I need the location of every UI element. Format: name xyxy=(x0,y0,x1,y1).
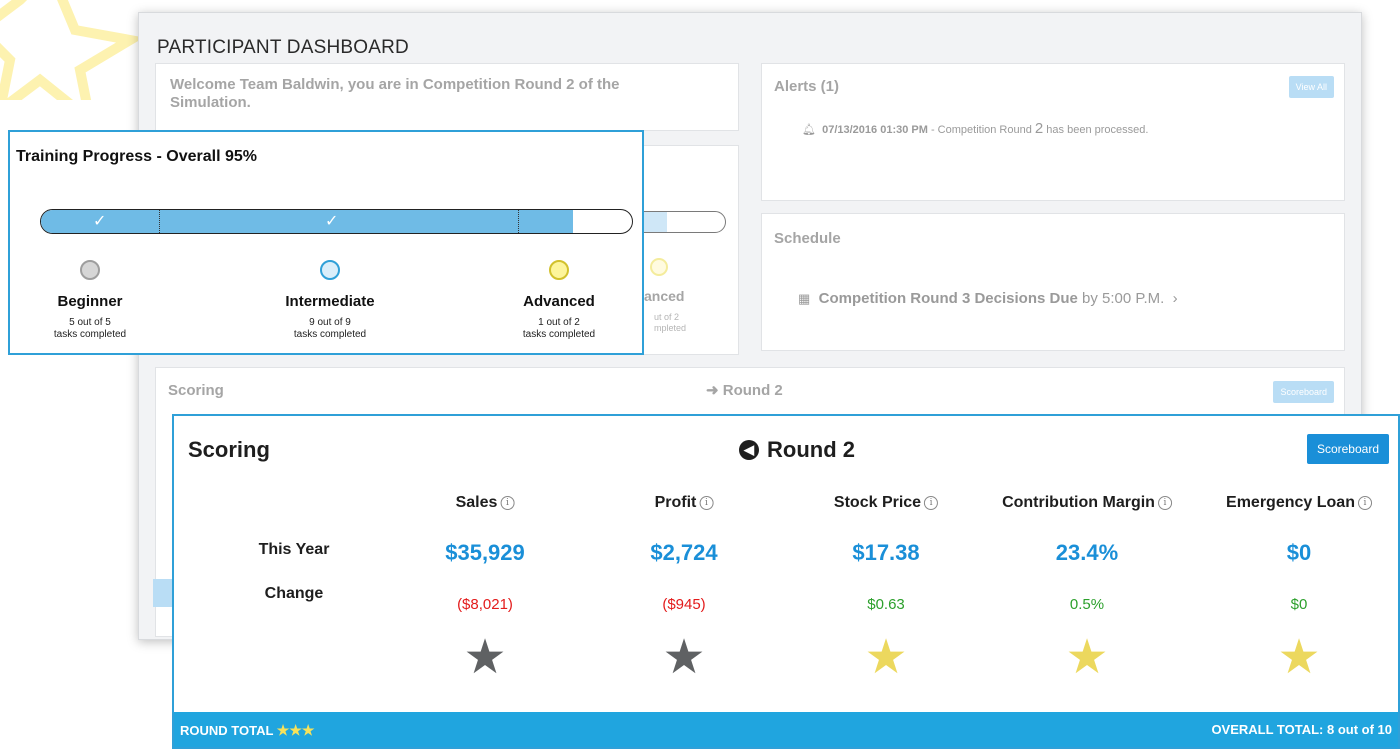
welcome-card: Welcome Team Baldwin, you are in Competi… xyxy=(155,63,739,131)
decorative-star-icon xyxy=(0,0,144,100)
star-icon: ★ xyxy=(662,631,706,684)
metric-change: $0 xyxy=(1290,596,1308,613)
metric-change: 0.5% xyxy=(1069,596,1105,613)
star-icon: ★ xyxy=(864,631,908,684)
metric-header: Sales i xyxy=(456,494,515,512)
info-icon[interactable]: i xyxy=(924,495,939,510)
training-progress-panel: Training Progress - Overall 95% ✓ ✓ Begi… xyxy=(8,130,644,355)
alert-text-post: has been processed. xyxy=(1043,124,1149,136)
metric-change: ($945) xyxy=(662,596,706,613)
row-label-this-year: This Year xyxy=(258,541,330,558)
metric-value: $2,724 xyxy=(650,540,718,565)
bell-icon: 🔔︎ xyxy=(802,124,816,136)
alert-item[interactable]: 🔔︎ 07/13/2016 01:30 PM - Competition Rou… xyxy=(802,120,1148,137)
round-selector[interactable]: ◀ Round 2 xyxy=(739,437,855,463)
round-label: Round 2 xyxy=(767,437,855,462)
schedule-item-time: by 5:00 P.M. xyxy=(1077,290,1165,307)
row-label-change: Change xyxy=(264,585,324,602)
stage-intermediate: Intermediate 9 out of 9 tasks completed xyxy=(255,260,405,341)
totals-bar: ROUND TOTAL ★★★ OVERALL TOTAL: 8 out of … xyxy=(174,712,1398,747)
scoring-header-background: Scoring xyxy=(168,382,224,399)
stage-name: Advanced xyxy=(523,293,595,310)
stage-count: 5 out of 5 tasks completed xyxy=(53,317,127,340)
stage-dot xyxy=(320,260,340,280)
training-progress-title: Training Progress - Overall 95% xyxy=(16,148,257,165)
stage-name: Beginner xyxy=(57,293,123,310)
metric-value: $17.38 xyxy=(852,540,920,565)
alert-text-pre: - Competition Round xyxy=(927,124,1035,136)
stage-divider xyxy=(518,210,519,233)
stage-name: Intermediate xyxy=(285,293,375,310)
metric-header: Contribution Margin i xyxy=(1002,494,1172,512)
alert-timestamp: 07/13/2016 01:30 PM xyxy=(822,124,928,136)
info-icon[interactable]: i xyxy=(1357,495,1372,510)
round-total: ROUND TOTAL ★★★ xyxy=(180,722,315,738)
welcome-message: Welcome Team Baldwin, you are in Competi… xyxy=(170,76,620,111)
metric-header: Profit i xyxy=(655,494,714,512)
alert-round: 2 xyxy=(1034,120,1044,137)
alerts-header: Alerts (1) xyxy=(774,78,840,95)
page-title: PARTICIPANT DASHBOARD xyxy=(157,37,409,58)
overall-total: OVERALL TOTAL: 8 out of 10 xyxy=(1211,722,1392,737)
schedule-header: Schedule xyxy=(774,230,841,247)
metric-value: 23.4% xyxy=(1055,540,1119,565)
circle-arrow-left-icon[interactable]: ◀ xyxy=(739,440,759,460)
stage-advanced: Advanced 1 out of 2 tasks completed xyxy=(484,260,634,341)
stage-count: 1 out of 2 tasks completed xyxy=(522,317,596,340)
calendar-icon: ▦ xyxy=(798,291,811,306)
stage-count: 9 out of 9 tasks completed xyxy=(293,317,367,340)
advanced-dot-background xyxy=(650,258,668,276)
round-label-background: ➜ Round 2 xyxy=(706,382,783,399)
scoreboard-button[interactable]: Scoreboard xyxy=(1306,434,1389,464)
check-icon: ✓ xyxy=(325,213,339,230)
stage-dot xyxy=(80,260,100,280)
metric-value: $0 xyxy=(1286,540,1312,565)
alerts-card: Alerts (1) View All 🔔︎ 07/13/2016 01:30 … xyxy=(761,63,1345,201)
metric-value: $35,929 xyxy=(445,540,525,565)
stage-dot xyxy=(549,260,569,280)
scoreboard-button-background[interactable]: Scoreboard xyxy=(1273,381,1334,403)
metric-change: ($8,021) xyxy=(457,596,513,613)
stage-divider xyxy=(159,210,160,233)
schedule-item-title: Competition Round 3 Decisions Due xyxy=(818,290,1078,307)
round-total-stars: ★★★ xyxy=(276,722,315,738)
progress-fill xyxy=(41,210,573,233)
scoring-panel: Scoring ◀ Round 2 Scoreboard This Year C… xyxy=(172,414,1400,749)
metric-header: Stock Price i xyxy=(834,494,939,512)
check-icon: ✓ xyxy=(93,213,107,230)
chevron-right-icon: › xyxy=(1172,290,1178,307)
stage-beginner: Beginner 5 out of 5 tasks completed xyxy=(15,260,165,341)
scoring-title: Scoring xyxy=(188,437,270,462)
advanced-label-partial: anced xyxy=(644,288,685,304)
star-icon: ★ xyxy=(463,631,507,684)
view-all-button[interactable]: View All xyxy=(1288,76,1334,98)
training-progress-bar: ✓ ✓ xyxy=(40,209,633,234)
info-icon[interactable]: i xyxy=(699,495,714,510)
info-icon[interactable]: i xyxy=(500,495,515,510)
schedule-card: Schedule ▦ Competition Round 3 Decisions… xyxy=(761,213,1345,351)
metric-change: $0.63 xyxy=(867,596,905,613)
star-icon: ★ xyxy=(1065,631,1109,684)
circle-arrow-left-icon: ➜ xyxy=(706,382,719,399)
info-icon[interactable]: i xyxy=(1157,495,1172,510)
metric-header: Emergency Loan i xyxy=(1226,494,1372,512)
advanced-count-partial: ut of 2 mpleted xyxy=(654,312,687,333)
schedule-item[interactable]: ▦ Competition Round 3 Decisions Due by 5… xyxy=(798,290,1178,307)
star-icon: ★ xyxy=(1277,631,1321,684)
